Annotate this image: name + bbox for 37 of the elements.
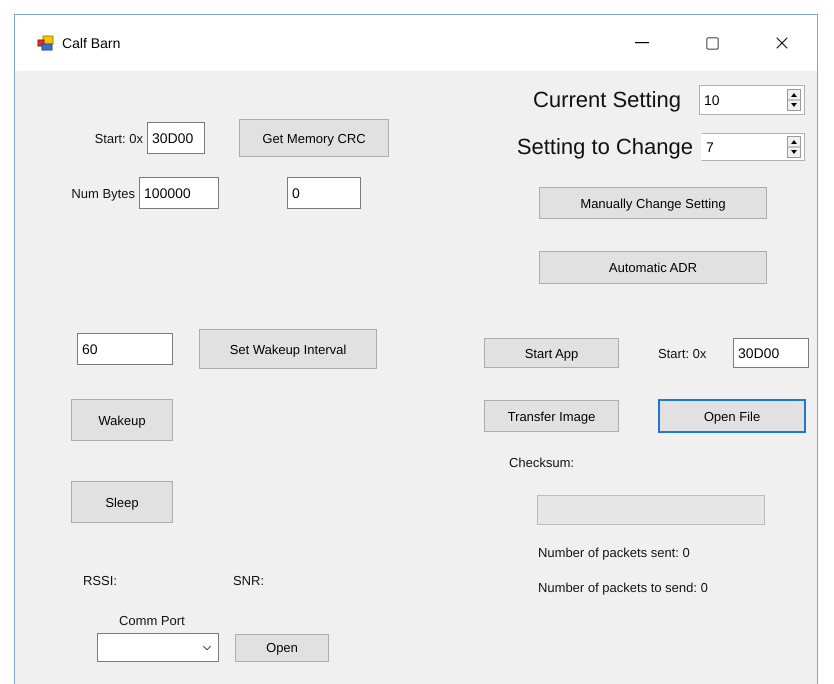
app-icon bbox=[37, 35, 54, 51]
num-bytes-field[interactable]: 100000 bbox=[139, 177, 219, 209]
maximize-icon bbox=[704, 36, 720, 50]
snr-label: SNR: bbox=[233, 572, 264, 588]
open-button[interactable]: Open bbox=[235, 634, 329, 662]
spin-arrows-icon[interactable] bbox=[787, 89, 801, 111]
start-address-field[interactable]: 30D00 bbox=[147, 122, 205, 154]
current-setting-label: Current Setting bbox=[532, 87, 681, 113]
app-start-label: Start: 0x bbox=[658, 346, 708, 360]
transfer-image-button[interactable]: Transfer Image bbox=[484, 400, 619, 432]
comm-port-label: Comm Port bbox=[119, 612, 185, 628]
number-field[interactable]: 7 bbox=[702, 137, 787, 157]
minimize-icon bbox=[635, 42, 649, 44]
window-title: Calf Barn bbox=[62, 35, 120, 51]
automatic-adr-button[interactable]: Automatic ADR bbox=[539, 251, 767, 284]
sleep-button[interactable]: Sleep bbox=[71, 481, 173, 523]
start-app-button[interactable]: Start App bbox=[484, 338, 619, 368]
rssi-label: RSSI: bbox=[83, 572, 118, 588]
app-start-address-field[interactable]: 30D00 bbox=[733, 338, 809, 368]
comm-port-dropdown[interactable] bbox=[97, 633, 219, 662]
crc-result-field[interactable]: 0 bbox=[287, 177, 361, 209]
packets-to-send-label: Number of packets to send: 0 bbox=[538, 580, 708, 594]
spin-arrows-icon[interactable] bbox=[787, 136, 801, 158]
number-field[interactable]: 10 bbox=[700, 90, 787, 110]
manually-change-setting-button[interactable]: Manually Change Setting bbox=[539, 187, 767, 219]
wakeup-button[interactable]: Wakeup bbox=[71, 399, 173, 441]
checksum-label: Checksum: bbox=[509, 454, 574, 470]
wakeup-interval-field[interactable]: 60 bbox=[77, 333, 173, 365]
setting-to-change-spinbox[interactable]: 7 bbox=[701, 133, 805, 161]
packets-sent-label: Number of packets sent: 0 bbox=[538, 544, 690, 560]
open-file-button[interactable]: Open File bbox=[658, 399, 806, 433]
get-memory-crc-button[interactable]: Get Memory CRC bbox=[239, 119, 389, 157]
set-wakeup-interval-button[interactable]: Set Wakeup Interval bbox=[199, 329, 377, 369]
setting-to-change-label: Setting to Change bbox=[516, 134, 693, 160]
num-bytes-label: Num Bytes bbox=[70, 186, 135, 200]
current-setting-spinbox[interactable]: 10 bbox=[699, 85, 805, 115]
start-label: Start: 0x bbox=[94, 130, 143, 146]
